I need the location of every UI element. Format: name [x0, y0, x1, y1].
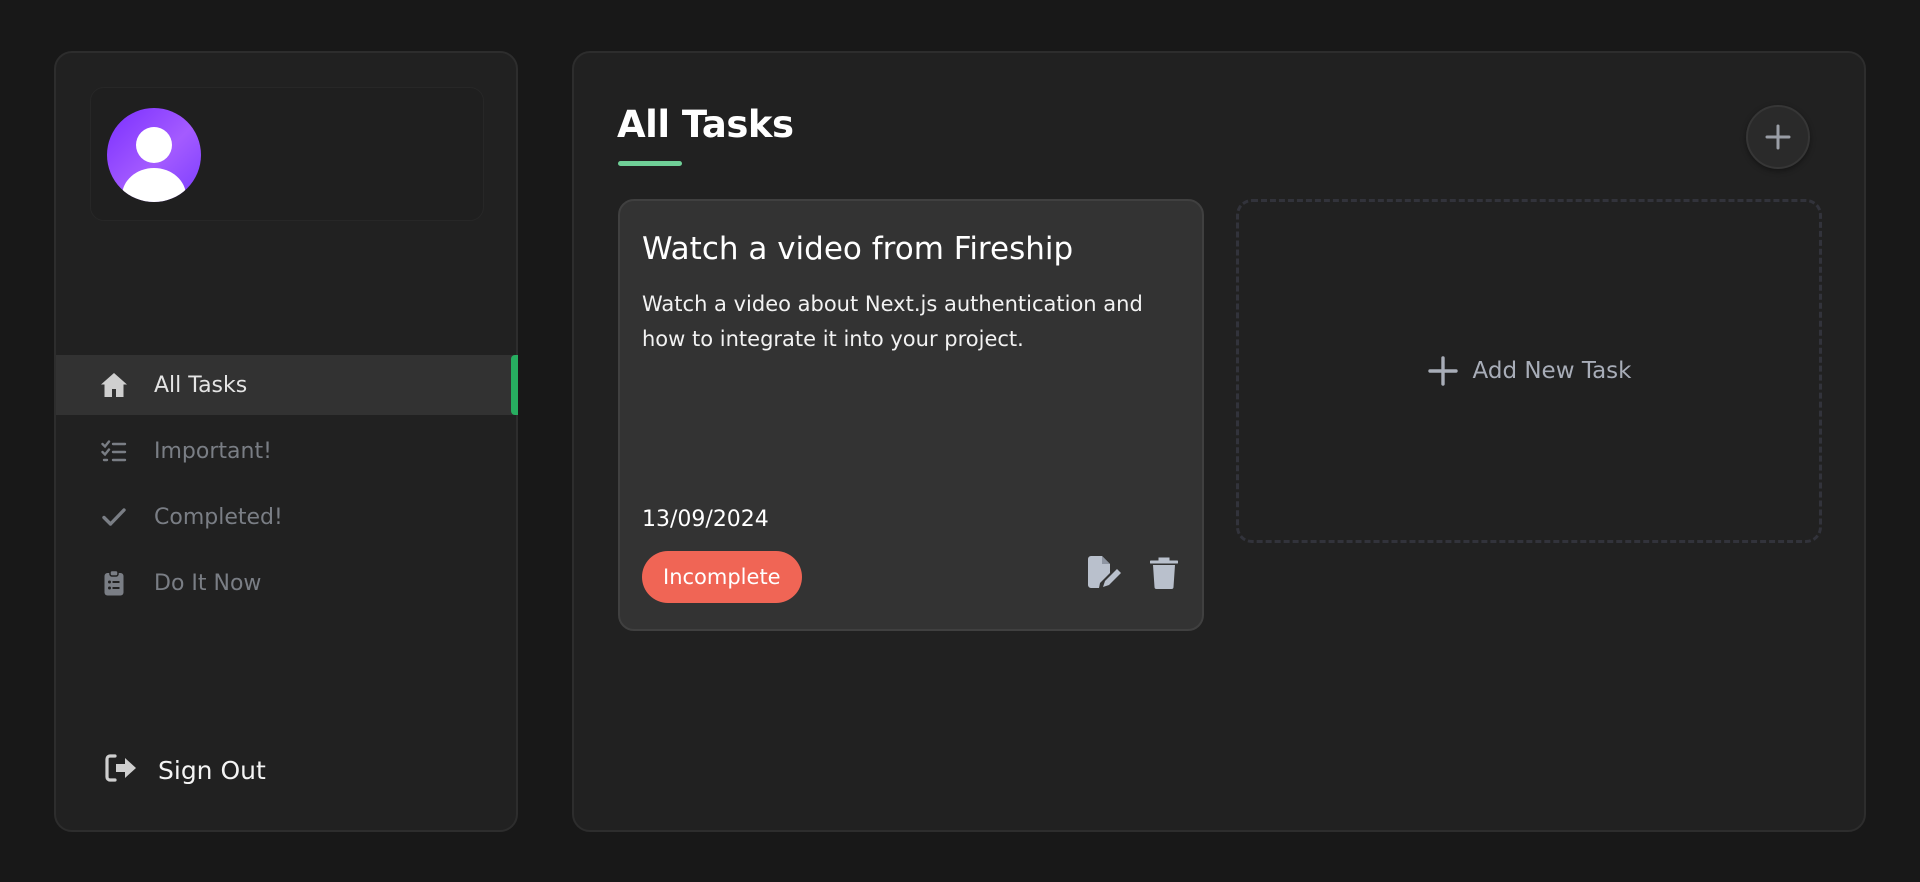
plus-icon — [1765, 124, 1791, 150]
profile-card — [90, 87, 484, 221]
task-title: Watch a video from Fireship — [642, 231, 1074, 267]
sidebar-nav: All Tasks Important! Completed! Do It No… — [56, 355, 518, 619]
main-panel: All Tasks Watch a video from Fireship Wa… — [572, 51, 1866, 832]
sidebar-item-important[interactable]: Important! — [56, 421, 516, 481]
status-badge[interactable]: Incomplete — [642, 551, 802, 603]
sidebar-item-label: Important! — [154, 438, 272, 464]
sign-out-icon — [104, 753, 138, 787]
page-title: All Tasks — [617, 103, 794, 146]
sidebar-item-label: Completed! — [154, 504, 283, 530]
task-actions — [1062, 555, 1182, 591]
user-avatar-icon — [122, 127, 186, 202]
add-task-button[interactable] — [1746, 105, 1810, 169]
home-icon — [100, 371, 128, 399]
add-new-task-card[interactable]: Add New Task — [1236, 199, 1822, 543]
task-date: 13/09/2024 — [642, 507, 769, 532]
delete-icon[interactable] — [1146, 555, 1182, 591]
add-new-task-label: Add New Task — [1472, 358, 1632, 384]
sign-out-button[interactable]: Sign Out — [104, 753, 266, 787]
list-check-icon — [100, 437, 128, 465]
sign-out-label: Sign Out — [158, 755, 266, 785]
plus-icon — [1427, 356, 1458, 386]
check-icon — [100, 503, 128, 531]
sidebar-item-label: Do It Now — [154, 570, 262, 596]
edit-icon[interactable] — [1086, 555, 1122, 591]
sidebar-item-all-tasks[interactable]: All Tasks — [56, 355, 518, 415]
clipboard-icon — [100, 569, 128, 597]
task-description: Watch a video about Next.js authenticati… — [642, 292, 1143, 351]
sidebar-item-completed[interactable]: Completed! — [56, 487, 516, 547]
sidebar: All Tasks Important! Completed! Do It No… — [54, 51, 518, 832]
task-card: Watch a video from Fireship Watch a vide… — [618, 199, 1204, 631]
sidebar-item-do-it-now[interactable]: Do It Now — [56, 553, 516, 613]
sidebar-item-label: All Tasks — [154, 372, 248, 398]
avatar[interactable] — [107, 108, 201, 202]
title-underline — [618, 161, 682, 166]
